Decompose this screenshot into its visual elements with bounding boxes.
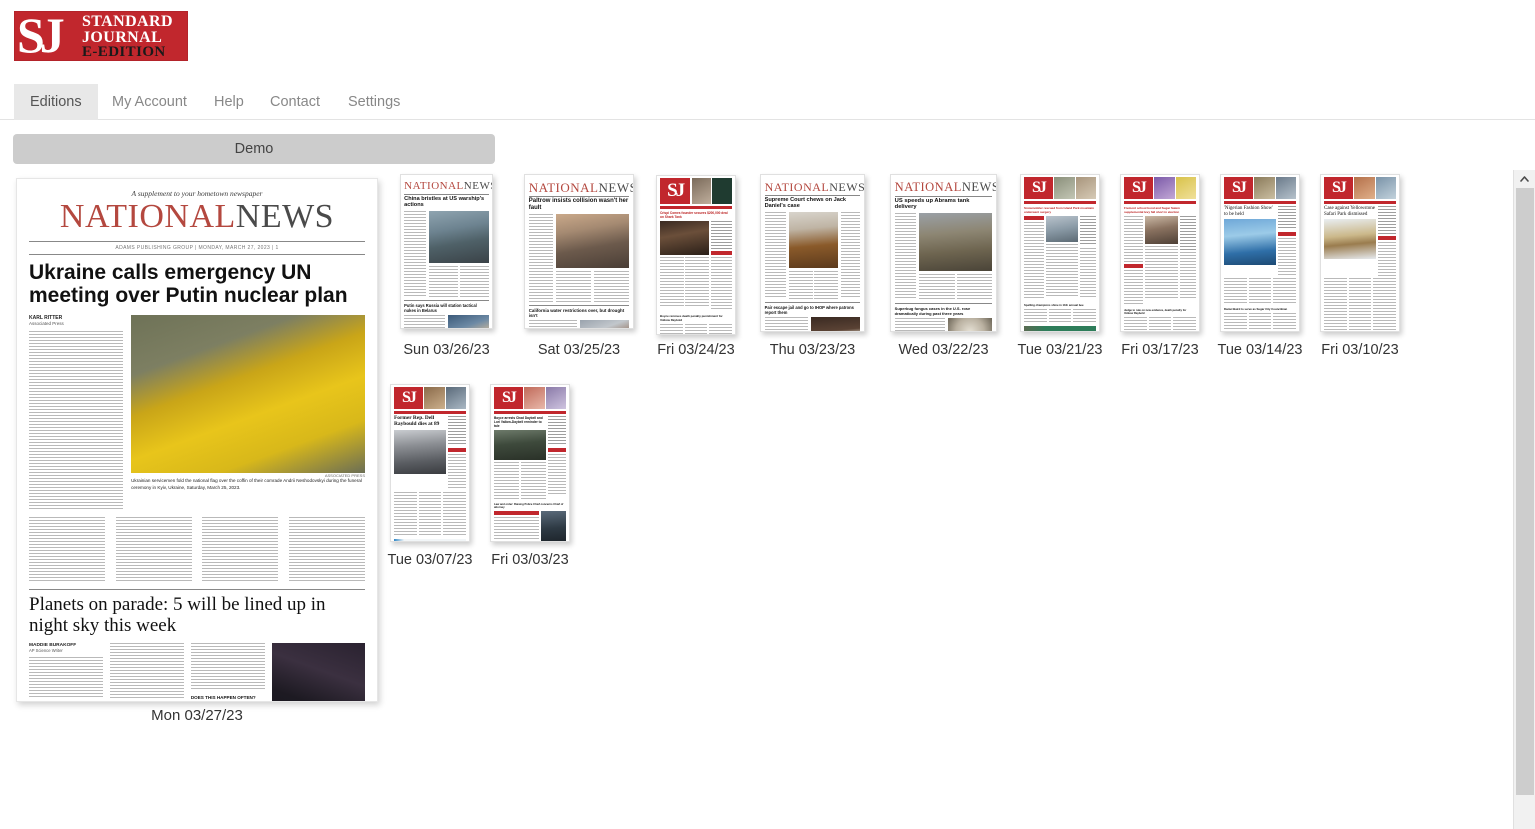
edition-date-9: Tue 03/07/23: [387, 552, 473, 568]
thumb8-headline: Case against Yellowstone Safari Park dis…: [1324, 206, 1375, 217]
thumb7-headline: 'Nigerian Fashion Show' to be held: [1224, 206, 1274, 217]
thumb0-secondary-headline: Putin says Russia will station tactical …: [404, 302, 477, 313]
e-edition-app: SJ STANDARD JOURNAL E-EDITION Editions M…: [0, 0, 1535, 829]
featured-body-column: [29, 331, 124, 512]
logo-line-journal: JOURNAL: [82, 28, 163, 46]
thumb10-sj-monogram: SJ: [494, 387, 523, 409]
featured-subhead-1: WHERE AND WHEN CAN YOU SEE THEM?: [29, 701, 103, 702]
edition-thumbnail-8[interactable]: SJ Case against Yellowstone Safari Park …: [1320, 174, 1400, 332]
edition-thumbnail-2[interactable]: SJ Crispi Comes founder secures $200,000…: [656, 175, 736, 335]
logo-badge: SJ STANDARD JOURNAL E-EDITION: [14, 11, 188, 61]
editions-grid: A supplement to your hometown newspaper …: [0, 170, 1513, 829]
logo-monogram: SJ: [17, 11, 65, 61]
edition-thumbnail-3[interactable]: NATIONALNEWS Supreme Court chews on Jack…: [760, 174, 865, 332]
edition-thumbnail-5[interactable]: SJ Snowmobiler rescued from Island Park …: [1020, 174, 1100, 332]
featured-masthead-part2: NEWS: [235, 198, 335, 235]
thumb0-headline: China bristles at US warship's actions: [404, 195, 485, 208]
logo-line-standard: STANDARD: [82, 13, 173, 30]
featured-subhead-3: DOES THIS HAPPEN OFTEN?: [190, 695, 256, 701]
edition-date-4: Wed 03/22/23: [898, 342, 989, 358]
thumb6-headline: Fremont school bond and Sugar Salem supp…: [1124, 206, 1180, 214]
featured-photo-caption: Ukrainian servicemen fold the national f…: [131, 478, 362, 491]
thumb6-sj-monogram: SJ: [1124, 177, 1153, 199]
logo-wordmark: STANDARD JOURNAL E-EDITION: [82, 13, 173, 60]
thumb6-secondary-headline: Judge to rule on new evidence, death pen…: [1124, 309, 1187, 315]
scrollbar-up-button[interactable]: [1514, 170, 1535, 187]
thumb10-headline: Boyce arrests Chad Daybell and Lori Vall…: [494, 416, 543, 428]
edition-date-8: Fri 03/10/23: [1321, 342, 1399, 358]
thumb0-masthead: NATIONALNEWS: [404, 179, 492, 192]
tab-editions[interactable]: Editions: [14, 84, 98, 120]
publication-selector-demo[interactable]: Demo: [13, 134, 495, 164]
tab-contact[interactable]: Contact: [254, 84, 336, 120]
edition-date-2: Fri 03/24/23: [657, 342, 735, 358]
thumb9-headline: Former Rep. Dell Raybould dies at 89: [394, 415, 440, 427]
edition-thumbnail-4[interactable]: NATIONALNEWS US speeds up Abrams tank de…: [890, 174, 997, 332]
logo-line-eedition: E-EDITION: [82, 44, 166, 60]
edition-date-1: Sat 03/25/23: [537, 342, 621, 358]
thumb9-sj-monogram: SJ: [394, 387, 423, 409]
featured-edition-date: Mon 03/27/23: [151, 707, 243, 724]
featured-secondary-headline: Planets on parade: 5 will be lined up in…: [29, 594, 326, 637]
thumb4-headline: US speeds up Abrams tank delivery: [894, 197, 970, 210]
site-logo[interactable]: SJ STANDARD JOURNAL E-EDITION: [14, 11, 188, 61]
thumb1-headline: Paltrow insists collision wasn't her fau…: [528, 198, 629, 211]
featured-dateline: ADAMS PUBLISHING GROUP | MONDAY, MARCH 2…: [115, 245, 279, 252]
edition-date-0: Sun 03/26/23: [403, 342, 490, 358]
tab-help[interactable]: Help: [198, 84, 260, 120]
featured-masthead-part1: NATIONAL: [59, 198, 236, 235]
thumb2-sj-monogram: SJ: [660, 178, 691, 204]
thumb7-sj-monogram: SJ: [1224, 177, 1253, 199]
vertical-scrollbar[interactable]: [1513, 170, 1535, 829]
tab-settings[interactable]: Settings: [332, 84, 416, 120]
edition-thumbnail-0[interactable]: NATIONALNEWS China bristles at US warshi…: [400, 174, 493, 329]
edition-date-10: Fri 03/03/23: [491, 552, 569, 568]
chevron-up-icon: [1520, 175, 1529, 182]
featured-secondary-photo: [271, 643, 365, 701]
tab-my-account[interactable]: My Account: [96, 84, 203, 120]
edition-thumbnail-9[interactable]: SJ Former Rep. Dell Raybould dies at 89 …: [390, 384, 470, 542]
thumb5-secondary-headline: Spelling champions shine in 11th annual …: [1024, 303, 1084, 307]
featured-photo: [131, 315, 365, 474]
thumb5-sj-monogram: SJ: [1024, 177, 1053, 199]
thumb1-secondary-headline: California water restrictions over, but …: [528, 308, 625, 319]
scrollbar-thumb[interactable]: [1516, 188, 1534, 795]
edition-date-6: Fri 03/17/23: [1121, 342, 1199, 358]
featured-edition-thumbnail[interactable]: A supplement to your hometown newspaper …: [16, 178, 378, 702]
thumb3-masthead: NATIONALNEWS: [764, 180, 865, 195]
featured-masthead: NATIONALNEWS: [29, 200, 365, 234]
featured-secondary-byline-org: AP Science Writer: [29, 648, 63, 654]
thumb2-secondary-headline: Boyce removes death penalty punishment f…: [660, 314, 723, 322]
thumb3-secondary-headline: Pair escape jail and go to IHOP where pa…: [764, 305, 854, 316]
featured-byline-org: Associated Press: [29, 321, 64, 327]
thumb3-headline: Supreme Court chews on Jack Daniel's cas…: [764, 197, 847, 210]
thumb5-headline: Snowmobiler rescued from Island Park mou…: [1024, 206, 1094, 214]
thumb4-masthead: NATIONALNEWS: [894, 180, 997, 195]
featured-masthead-supplement: A supplement to your hometown newspaper: [131, 189, 263, 198]
edition-date-3: Thu 03/23/23: [769, 342, 856, 358]
thumb10-secondary-headline: Law and order: Raising Police Chief conc…: [494, 503, 564, 509]
featured-headline: Ukraine calls emergency UN meeting over …: [29, 261, 348, 307]
edition-thumbnail-6[interactable]: SJ Fremont school bond and Sugar Salem s…: [1120, 174, 1200, 332]
thumb4-secondary-headline: Superbug fungus cases in the U.S. rose d…: [894, 306, 971, 317]
thumb9-ad-banner: EMPOWERING NURSES.: [394, 539, 466, 541]
thumb7-secondary-headline: Daniel Baird to serve as Sugar City Coun…: [1224, 307, 1288, 311]
main-navigation: Editions My Account Help Contact Setting…: [0, 84, 1535, 120]
thumb1-masthead: NATIONALNEWS: [528, 180, 634, 196]
thumb8-sj-monogram: SJ: [1324, 177, 1353, 199]
edition-date-7: Tue 03/14/23: [1217, 342, 1303, 358]
thumb2-headline: Crispi Comes founder secures $200,000 de…: [660, 211, 728, 219]
edition-thumbnail-10[interactable]: SJ Boyce arrests Chad Daybell and Lori V…: [490, 384, 570, 542]
edition-thumbnail-1[interactable]: NATIONALNEWS Paltrow insists collision w…: [524, 174, 634, 329]
edition-thumbnail-7[interactable]: SJ 'Nigerian Fashion Show' to be held Da…: [1220, 174, 1300, 332]
edition-date-5: Tue 03/21/23: [1017, 342, 1103, 358]
